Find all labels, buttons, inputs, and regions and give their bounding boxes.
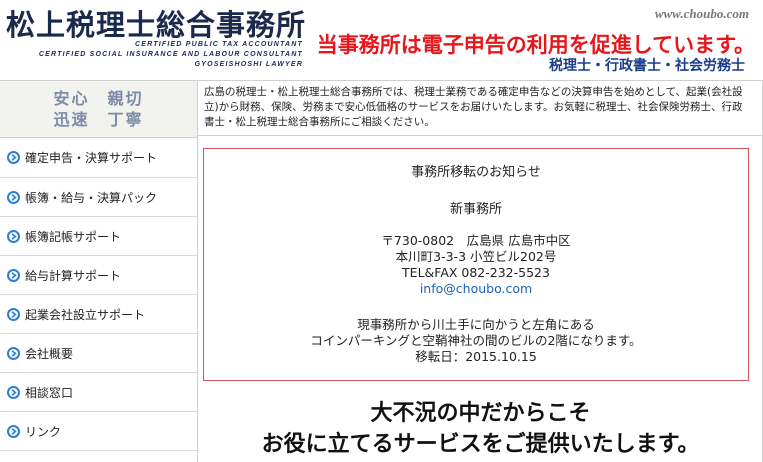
sidebar-item-label: 相談窓口: [25, 385, 74, 400]
relocation-date: 移転日：2015.10.15: [415, 349, 537, 364]
sidebar-item-label: 帳簿・給与・決算パック: [25, 190, 158, 205]
sidebar-item-bookkeeping-support[interactable]: 帳簿記帳サポート: [0, 217, 197, 256]
catch-copy: 大不況の中だからこそ お役に立てるサービスをご提供いたします。: [198, 398, 763, 460]
new-address: 〒730-0802 広島県 広島市中区 本川町3-3-3 小笠ビル202号 TE…: [204, 233, 748, 297]
directions: 現事務所から川土手に向かうと左角にある コインパーキングと空鞘神社の間のビルの2…: [204, 317, 748, 365]
motto-line: 安心 親切: [53, 89, 144, 108]
site-title[interactable]: 松上税理士総合事務所: [6, 2, 306, 44]
directions-line: 現事務所から川土手に向かうと左角にある: [357, 317, 595, 332]
sidebar-item-payroll[interactable]: 給与計算サポート: [0, 256, 197, 295]
sidebar-item-label: 起業会社設立サポート: [25, 307, 146, 322]
notice-title: 事務所移転のお知らせ: [411, 165, 541, 180]
main-content: 広島の税理士・松上税理士総合事務所では、税理士業務である確定申告などの決算申告を…: [198, 80, 763, 462]
sidebar-item-label: 会社概要: [25, 346, 74, 361]
sidebar-item-label: リンク: [25, 424, 62, 439]
sidebar-item-label: 帳簿記帳サポート: [25, 229, 122, 244]
english-credential-labour: Certified Social Insurance and Labour Co…: [38, 51, 303, 58]
catch-line: 大不況の中だからこそ: [370, 400, 591, 426]
directions-line: コインパーキングと空鞘神社の間のビルの2階になります。: [310, 333, 642, 348]
catch-line: お役に立てるサービスをご提供いたします。: [261, 431, 700, 457]
site-url[interactable]: www.choubo.com: [655, 6, 749, 22]
sidebar-item-bookkeeping-pack[interactable]: 帳簿・給与・決算パック: [0, 178, 197, 217]
tel-fax: TEL&FAX 082-232-5523: [402, 265, 550, 280]
sidebar-item-company[interactable]: 会社概要: [0, 334, 197, 373]
sidebar-item-label: 給与計算サポート: [25, 268, 122, 283]
motto-line: 迅速 丁寧: [53, 110, 144, 129]
chevron-right-circle-icon: [7, 229, 20, 243]
motto: 安心 親切 迅速 丁寧: [0, 80, 197, 138]
notice-subtitle: 新事務所: [449, 202, 502, 217]
site-header: 松上税理士総合事務所 Certified Public Tax Accounta…: [0, 0, 763, 80]
chevron-right-circle-icon: [7, 346, 20, 360]
email-link[interactable]: info@choubo.com: [420, 281, 532, 296]
address-line: 〒730-0802 広島県 広島市中区: [381, 233, 571, 248]
chevron-right-circle-icon: [7, 190, 20, 204]
chevron-right-circle-icon: [7, 424, 20, 438]
sidebar-item-label: 確定申告・決算サポート: [25, 151, 158, 165]
chevron-right-circle-icon: [7, 385, 20, 399]
sidebar-item-startup[interactable]: 起業会社設立サポート: [0, 295, 197, 334]
sidebar-item-links[interactable]: リンク: [0, 412, 197, 451]
chevron-right-circle-icon: [7, 151, 20, 164]
intro-text: 広島の税理士・松上税理士総合事務所では、税理士業務である確定申告などの決算申告を…: [198, 80, 763, 136]
english-credentials: Certified Public Tax Accountant Certifie…: [0, 40, 303, 70]
english-credential-tax: Certified Public Tax Accountant: [135, 41, 303, 48]
sidebar-item-consultation[interactable]: 相談窓口: [0, 373, 197, 412]
english-credential-gyoseishoshi: Gyoseishoshi Lawyer: [194, 61, 303, 68]
left-sidebar: 安心 親切 迅速 丁寧 確定申告・決算サポート 帳簿・給与・決算パック 帳簿記帳…: [0, 80, 198, 462]
qualifications: 税理士・行政書士・社会労務士: [549, 57, 745, 73]
chevron-right-circle-icon: [7, 307, 20, 321]
sidebar-nav: 確定申告・決算サポート 帳簿・給与・決算パック 帳簿記帳サポート 給与計算サポー…: [0, 138, 197, 451]
chevron-right-circle-icon: [7, 268, 20, 282]
address-line: 本川町3-3-3 小笠ビル202号: [395, 249, 557, 264]
relocation-notice: 事務所移転のお知らせ 新事務所 〒730-0802 広島県 広島市中区 本川町3…: [203, 148, 749, 381]
sidebar-item-tax-return[interactable]: 確定申告・決算サポート: [0, 138, 197, 178]
